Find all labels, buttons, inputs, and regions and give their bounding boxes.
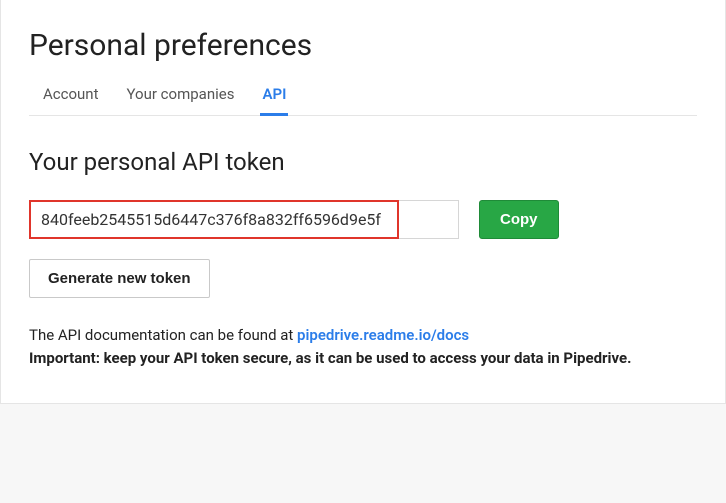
generate-new-token-button[interactable]: Generate new token bbox=[29, 259, 210, 298]
section-title: Your personal API token bbox=[29, 148, 697, 176]
doc-link[interactable]: pipedrive.readme.io/docs bbox=[297, 326, 469, 344]
doc-prefix: The API documentation can be found at bbox=[29, 326, 297, 344]
api-section: Your personal API token 840feeb2545515d6… bbox=[1, 116, 725, 397]
header-area: Personal preferences Account Your compan… bbox=[1, 0, 725, 116]
api-token-field[interactable]: 840feeb2545515d6447c376f8a832ff6596d9e5f bbox=[29, 200, 399, 239]
tab-api[interactable]: API bbox=[260, 81, 288, 116]
tabs-bar: Account Your companies API bbox=[29, 81, 697, 116]
page-title: Personal preferences bbox=[29, 28, 697, 63]
doc-text: The API documentation can be found at pi… bbox=[29, 324, 697, 347]
preferences-panel: Personal preferences Account Your compan… bbox=[0, 0, 726, 404]
token-input-extension bbox=[399, 200, 459, 239]
copy-button[interactable]: Copy bbox=[479, 200, 559, 239]
tab-account[interactable]: Account bbox=[41, 81, 101, 116]
tab-your-companies[interactable]: Your companies bbox=[125, 81, 237, 116]
important-note: Important: keep your API token secure, a… bbox=[29, 347, 697, 370]
token-row: 840feeb2545515d6447c376f8a832ff6596d9e5f… bbox=[29, 200, 697, 239]
